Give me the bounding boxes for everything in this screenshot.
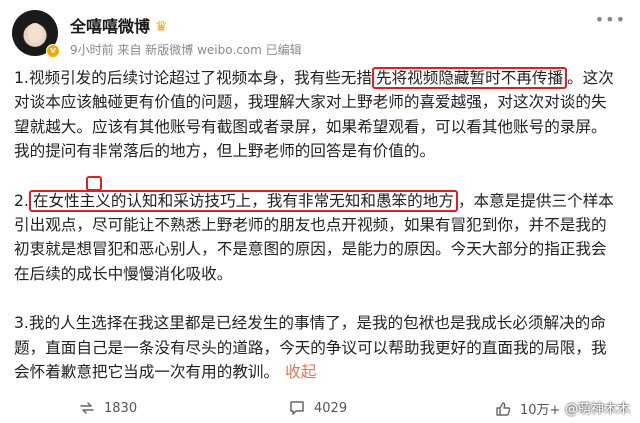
- like-count: 10万+: [520, 403, 561, 418]
- edited-label[interactable]: 已编辑: [266, 43, 302, 57]
- comment-count: 4029: [314, 400, 348, 416]
- annotation-marker: [86, 176, 102, 191]
- paragraph-1-start: 1.视频引发的后续讨论超过了视频本身，我有些无措: [14, 69, 372, 87]
- repost-count: 1830: [104, 400, 138, 416]
- comment-button[interactable]: 4029: [288, 399, 347, 417]
- watermark: @萌神木木: [564, 402, 630, 417]
- repost-button[interactable]: 1830: [78, 399, 137, 417]
- collapse-link[interactable]: 收起: [285, 363, 316, 381]
- action-toolbar: 1830 4029 10万+: [0, 396, 640, 423]
- repost-icon: [80, 402, 94, 414]
- verified-badge-icon: v: [46, 44, 60, 58]
- avatar-face: [28, 23, 42, 43]
- comment-icon: [290, 401, 304, 415]
- post-author: 全嘻嘻微博 ♛: [70, 13, 168, 37]
- post-meta: 9小时前 来自 新版微博 weibo.com 已编辑: [70, 41, 302, 58]
- ellipsis-icon[interactable]: •••: [595, 10, 626, 29]
- paragraph-2-prefix: 2.: [14, 191, 29, 210]
- like-button[interactable]: 10万+: [494, 399, 560, 418]
- thumbs-up-icon: [496, 401, 511, 416]
- post-source: 来自 新版微博 weibo.com: [117, 43, 262, 57]
- paragraph-1: 1.视频引发的后续讨论超过了视频本身，我有些无措 先将视频隐藏暂时不再传播 。这次对…: [14, 66, 622, 164]
- post-body: 1.视频引发的后续讨论超过了视频本身，我有些无措 先将视频隐藏暂时不再传播 。这次对…: [14, 66, 622, 384]
- highlighted-phrase-2: 在女性主义的认知和采访技巧上，我有非常无知和愚笨的地方: [28, 189, 458, 212]
- paragraph-3: 3.我的人生选择在我这里都是已经发生的事情了，是我的包袱也是我成长必须解决的命题…: [14, 311, 622, 384]
- highlighted-phrase-1: 先将视频隐藏暂时不再传播: [371, 67, 568, 89]
- username-link[interactable]: 全嘻嘻微博: [70, 17, 150, 36]
- paragraph-2: 2. 在女性主义的认知和采访技巧上，我有非常无知和愚笨的地方 ，本意是提供三个样本引…: [14, 189, 622, 287]
- crown-icon: ♛: [155, 19, 168, 35]
- post-time[interactable]: 9小时前: [70, 43, 114, 57]
